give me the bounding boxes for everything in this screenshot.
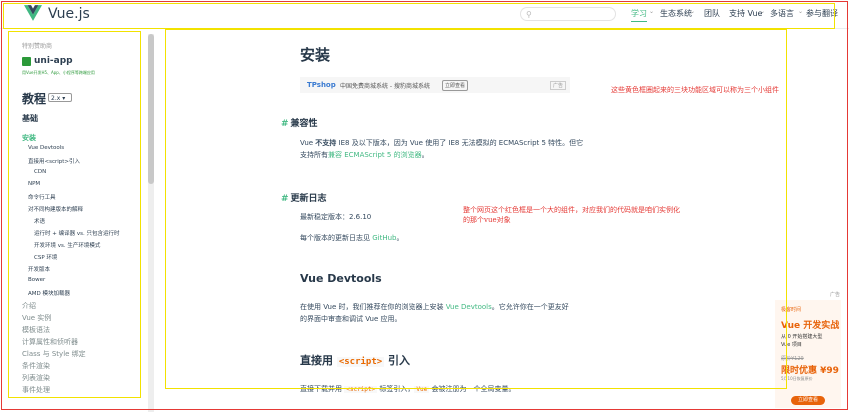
- nav-support-vue[interactable]: 支持 Vue: [729, 8, 762, 19]
- ad-promo: 限时优惠 ¥99: [781, 366, 839, 376]
- devtools-line-2: 的界面中审查和调试 Vue 应用。: [300, 315, 402, 323]
- chevron-down-icon: ⌄: [690, 8, 696, 15]
- sponsor-uniapp-title[interactable]: uni-app: [34, 56, 73, 66]
- latest-version: 最新稳定版本：2.6.10: [300, 213, 372, 221]
- search-icon: ⚲: [526, 10, 532, 19]
- compat-line-1: Vue 不支持 IE8 及以下版本，因为 Vue 使用了 IE8 无法模拟的 E…: [300, 139, 584, 147]
- sidebar-item[interactable]: 运行时 + 编译器 vs. 只包含运行时: [34, 229, 119, 237]
- annotation-note-1: 这些黄色框圈起来的三块功能区域可以称为三个小组件: [611, 86, 779, 94]
- sidebar-item[interactable]: Vue Devtools: [28, 145, 64, 151]
- sidebar-item[interactable]: 计算属性和侦听器: [22, 337, 78, 347]
- nav-translate[interactable]: 参与翻译: [806, 8, 838, 19]
- brand-name[interactable]: Vue.js: [48, 6, 90, 22]
- sidebar-item[interactable]: Bower: [28, 277, 45, 283]
- sidebar-item[interactable]: 术语: [34, 217, 45, 225]
- annotation-note-2b: 的那个vue对象: [463, 216, 511, 224]
- ad-banner[interactable]: TPshop 中国免费商城系统 - 搜豹商城系统 立即查看 广告: [300, 77, 570, 93]
- sidebar-item[interactable]: 开发版本: [28, 265, 50, 273]
- sidebar-item[interactable]: Class 与 Style 绑定: [22, 349, 86, 359]
- sidebar-item[interactable]: 事件处理: [22, 385, 50, 395]
- section-changelog-heading: # 更新日志: [281, 194, 327, 204]
- sidebar-item[interactable]: 模板语法: [22, 325, 50, 335]
- search-input[interactable]: ⚲: [520, 7, 616, 21]
- ad-note: 5月10日恢复原价: [781, 376, 813, 381]
- sidebar-item[interactable]: 介绍: [22, 301, 36, 311]
- sidebar-item[interactable]: 对不同构建版本的解释: [28, 205, 83, 213]
- version-select[interactable]: 2.x ▾: [48, 93, 72, 102]
- anchor-hash-icon[interactable]: #: [281, 194, 289, 204]
- compat-link[interactable]: 兼容 ECMAScript 5 的浏览器: [328, 151, 422, 159]
- ad-button[interactable]: 立即查看: [791, 396, 825, 405]
- sidebar-item[interactable]: 列表渲染: [22, 373, 50, 383]
- page-title: 安装: [300, 46, 331, 64]
- ad-old-price: 原价¥129: [781, 356, 804, 362]
- devtools-link[interactable]: Vue Devtools: [446, 303, 492, 311]
- section-compat-heading: # 兼容性: [281, 119, 318, 129]
- nav-learn[interactable]: 学习: [631, 8, 647, 22]
- section-devtools-heading: Vue Devtools: [300, 272, 382, 285]
- nav-team[interactable]: 团队: [704, 8, 720, 19]
- ad-title: Vue 开发实战: [781, 321, 840, 331]
- section-script-heading: 直接用 <script> 引入: [300, 354, 411, 367]
- banner-brand: TPshop: [307, 81, 336, 89]
- sidebar-item[interactable]: Vue 实例: [22, 313, 51, 323]
- sidebar-item[interactable]: NPM: [28, 181, 40, 187]
- sidebar: 特别赞助商 uni-app 用Vue开发H5、App、小程序等跨端应用 教程 2…: [0, 29, 148, 412]
- ad-subtitle-1: 从 0 开始搭建大型: [781, 334, 823, 340]
- banner-ad-tag: 广告: [550, 81, 567, 90]
- anchor-hash-icon[interactable]: #: [281, 119, 289, 129]
- uniapp-logo-icon[interactable]: [22, 57, 31, 66]
- sidebar-item[interactable]: 安装: [22, 133, 36, 143]
- sponsor-uniapp-subtitle[interactable]: 用Vue开发H5、App、小程序等跨端应用: [22, 70, 95, 76]
- sidebar-item[interactable]: 直接用<script>引入: [28, 157, 80, 165]
- compat-line-2: 支持所有兼容 ECMAScript 5 的浏览器。: [300, 151, 429, 159]
- script-line: 直接下载并用 <script> 标签引入， Vue 会被注册为一个全局变量。: [300, 385, 516, 393]
- sidebar-item[interactable]: CDN: [34, 169, 46, 175]
- sidebar-item[interactable]: CSP 环境: [34, 253, 57, 261]
- banner-text: 中国免费商城系统 - 搜豹商城系统: [340, 83, 430, 90]
- side-ad[interactable]: 极客时间 Vue 开发实战 从 0 开始搭建大型 Vue 项目 原价¥129 限…: [775, 300, 841, 408]
- ad-tag: 广告: [830, 292, 841, 298]
- sidebar-item[interactable]: AMD 模块加载器: [28, 289, 70, 297]
- banner-button[interactable]: 立即查看: [442, 80, 469, 91]
- chevron-down-icon: ⌄: [798, 8, 804, 15]
- ad-brand: 极客时间: [781, 307, 802, 313]
- changelog-line: 每个版本的更新日志见 GitHub。: [300, 234, 404, 242]
- sponsor-label: 特别赞助商: [22, 43, 53, 50]
- chevron-down-icon: ⌄: [760, 8, 766, 15]
- sidebar-item[interactable]: 条件渲染: [22, 361, 50, 371]
- chevron-down-icon: ⌄: [649, 8, 655, 15]
- sidebar-item[interactable]: 开发环境 vs. 生产环境模式: [34, 241, 100, 249]
- nav-languages[interactable]: 多语言: [770, 8, 794, 19]
- ad-subtitle-2: Vue 项目: [781, 342, 802, 348]
- sidebar-item[interactable]: 命令行工具: [28, 193, 56, 201]
- top-header: Vue.js ⚲ 学习 ⌄ 生态系统 ⌄ 团队 支持 Vue ⌄ 多语言 ⌄ 参…: [0, 0, 849, 29]
- vue-logo-icon[interactable]: [24, 4, 42, 22]
- devtools-line-1: 在使用 Vue 时，我们推荐在你的浏览器上安装 Vue Devtools。它允许…: [300, 303, 569, 311]
- github-link[interactable]: GitHub: [372, 234, 396, 242]
- annotation-note-2a: 整个网页这个红色框是一个大的组件，对应我们的代码就是咱们实例化: [463, 206, 680, 214]
- guide-title: 教程: [22, 92, 47, 106]
- scrollbar-thumb[interactable]: [148, 34, 154, 184]
- nav-ecosystem[interactable]: 生态系统: [660, 8, 692, 19]
- section-basics[interactable]: 基础: [22, 113, 38, 124]
